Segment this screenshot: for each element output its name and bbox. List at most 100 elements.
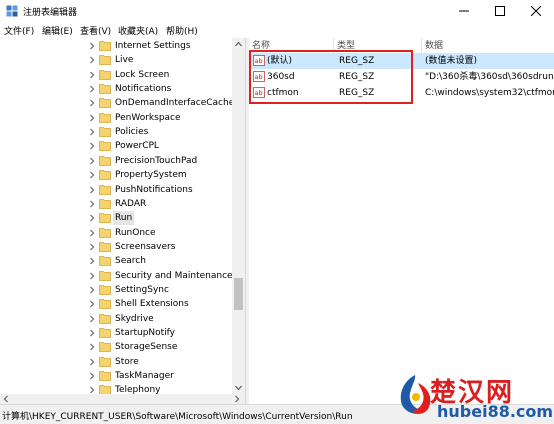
registry-tree: Internet Settings Live Lock Screen Notifica… — [0, 38, 245, 394]
tree-item[interactable]: Shell Extensions — [0, 297, 232, 311]
expand-chevron-icon[interactable] — [88, 371, 96, 381]
tree-item-label: PushNotifications — [115, 184, 193, 195]
menu-edit[interactable]: 编辑(E) — [42, 24, 73, 37]
expand-chevron-icon[interactable] — [88, 84, 96, 94]
folder-icon — [99, 227, 111, 238]
expand-chevron-icon[interactable] — [88, 213, 96, 223]
tree-item[interactable]: Screensavers — [0, 240, 232, 254]
tree-item-label: PowerCPL — [115, 141, 159, 152]
tree-item[interactable]: PropertySystem — [0, 168, 232, 182]
tree-item-label: RunOnce — [115, 227, 156, 238]
expand-chevron-icon[interactable] — [88, 113, 96, 123]
close-button[interactable] — [518, 0, 554, 22]
expand-chevron-icon[interactable] — [88, 98, 96, 108]
tree-item-label: PropertySystem — [115, 170, 187, 181]
tree-item[interactable]: PrecisionTouchPad — [0, 154, 232, 168]
tree-item[interactable]: Store — [0, 355, 232, 369]
tree-item[interactable]: RADAR — [0, 197, 232, 211]
expand-chevron-icon[interactable] — [88, 314, 96, 324]
scrollbar-thumb[interactable] — [234, 278, 243, 310]
tree-item[interactable]: TaskManager — [0, 369, 232, 383]
tree-item-label: Run — [113, 211, 135, 226]
folder-icon — [99, 256, 111, 267]
scroll-right-icon[interactable] — [233, 394, 241, 404]
expand-chevron-icon[interactable] — [88, 185, 96, 195]
expand-chevron-icon[interactable] — [88, 70, 96, 80]
expand-chevron-icon[interactable] — [88, 156, 96, 166]
folder-icon — [99, 371, 111, 381]
minimize-button[interactable] — [446, 0, 482, 22]
window-title: 注册表编辑器 — [23, 8, 78, 18]
tree-item-label: Security and Maintenance — [115, 270, 233, 281]
value-data: (数值未设置) — [425, 56, 478, 66]
highlight-values-box — [249, 50, 413, 104]
expand-chevron-icon[interactable] — [88, 271, 96, 281]
expand-chevron-icon[interactable] — [88, 55, 96, 65]
expand-chevron-icon[interactable] — [88, 385, 96, 394]
tree-item[interactable]: OnDemandInterfaceCache — [0, 96, 234, 110]
expand-chevron-icon[interactable] — [88, 228, 96, 238]
tree-vertical-scrollbar[interactable] — [232, 38, 245, 394]
tree-item[interactable]: PowerCPL — [0, 139, 232, 153]
folder-icon — [99, 313, 111, 324]
expand-chevron-icon[interactable] — [88, 342, 96, 352]
tree-item-label: TaskManager — [115, 371, 174, 382]
folder-icon — [99, 356, 111, 367]
menu-favorites[interactable]: 收藏夹(A) — [118, 24, 158, 37]
expand-chevron-icon[interactable] — [88, 357, 96, 367]
folder-icon — [99, 141, 111, 152]
expand-chevron-icon[interactable] — [88, 256, 96, 266]
tree-item[interactable]: Skydrive — [0, 312, 232, 326]
folder-icon — [99, 127, 111, 137]
folder-icon — [99, 299, 111, 310]
expand-chevron-icon[interactable] — [88, 299, 96, 309]
tree-item[interactable]: StorageSense — [0, 340, 232, 354]
tree-item[interactable]: Internet Settings — [0, 39, 232, 53]
tree-item[interactable]: Search — [0, 254, 232, 268]
tree-item[interactable]: Run — [0, 211, 232, 226]
menu-view[interactable]: 查看(V) — [80, 24, 111, 37]
column-header-data[interactable]: 数据 — [422, 38, 554, 54]
folder-icon — [99, 385, 111, 394]
expand-chevron-icon[interactable] — [88, 328, 96, 338]
minimize-icon — [459, 10, 469, 12]
menu-help[interactable]: 帮助(H) — [166, 24, 198, 37]
tree-item[interactable]: RunOnce — [0, 226, 232, 240]
tree-item[interactable]: SettingSync — [0, 283, 232, 297]
expand-chevron-icon[interactable] — [88, 141, 96, 151]
folder-icon — [99, 170, 111, 181]
scroll-down-icon[interactable] — [232, 382, 245, 394]
tree-item[interactable]: StartupNotify — [0, 326, 232, 340]
menu-file[interactable]: 文件(F) — [4, 24, 34, 37]
tree-item[interactable]: Policies — [0, 125, 232, 139]
tree-item[interactable]: PenWorkspace — [0, 111, 232, 125]
scroll-left-icon[interactable] — [2, 394, 10, 404]
tree-item-label: Lock Screen — [115, 69, 170, 80]
expand-chevron-icon[interactable] — [88, 285, 96, 295]
expand-chevron-icon[interactable] — [88, 41, 96, 51]
tree-item[interactable]: Security and Maintenance — [0, 269, 233, 283]
tree-item[interactable]: Telephony — [0, 383, 232, 394]
value-data: C:\windows\system32\ctfmon — [425, 88, 554, 98]
tree-item-label: PenWorkspace — [115, 112, 181, 123]
watermark-url: hubei88.com — [437, 402, 554, 421]
expand-chevron-icon[interactable] — [88, 242, 96, 252]
expand-chevron-icon[interactable] — [88, 170, 96, 180]
tree-item[interactable]: Notifications — [0, 82, 232, 96]
tree-item-label: Shell Extensions — [115, 299, 189, 310]
tree-item-label: SettingSync — [115, 284, 169, 295]
tree-item[interactable]: Live — [0, 53, 232, 67]
close-icon — [531, 6, 541, 16]
folder-icon — [99, 98, 111, 109]
expand-chevron-icon[interactable] — [88, 127, 96, 137]
tree-item-label: Policies — [115, 127, 149, 138]
menu-bar: 文件(F) 编辑(E) 查看(V) 收藏夹(A) 帮助(H) — [0, 22, 554, 38]
tree-item[interactable]: Lock Screen — [0, 68, 232, 82]
expand-chevron-icon[interactable] — [88, 199, 96, 209]
maximize-button[interactable] — [482, 0, 518, 22]
tree-horizontal-scrollbar[interactable] — [0, 394, 245, 404]
scroll-up-icon[interactable] — [232, 38, 245, 50]
tree-item[interactable]: PushNotifications — [0, 183, 232, 197]
tree-item-label: StartupNotify — [115, 328, 176, 338]
registry-app-icon — [6, 5, 18, 17]
